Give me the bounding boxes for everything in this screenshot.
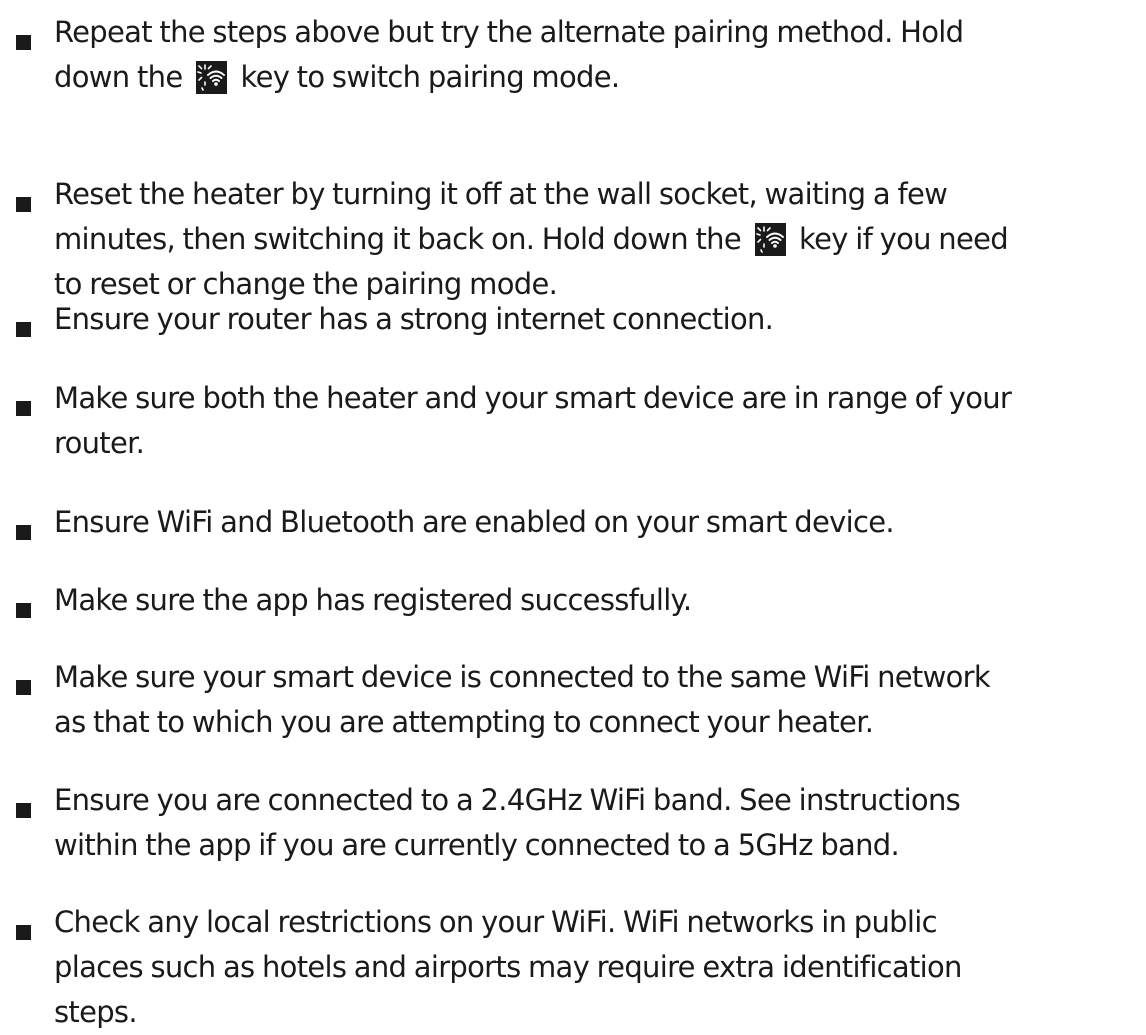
text-line: router. — [54, 421, 1146, 466]
text-segment: Make sure both the heater and your smart… — [54, 381, 1012, 415]
square-bullet-icon — [16, 35, 31, 50]
text-segment: router. — [54, 426, 145, 460]
text-line: Make sure the app has registered success… — [54, 578, 1146, 623]
square-bullet-icon — [16, 803, 31, 818]
text-segment: to reset or change the pairing mode. — [54, 267, 558, 301]
text-segment: places such as hotels and airports may r… — [54, 950, 962, 984]
text-segment: within the app if you are currently conn… — [54, 828, 900, 862]
list-item-text: Check any local restrictions on your WiF… — [54, 900, 1146, 1035]
text-line: Ensure you are connected to a 2.4GHz WiF… — [54, 778, 1146, 823]
list-item-text: Make sure both the heater and your smart… — [54, 376, 1146, 466]
text-line: Ensure your router has a strong internet… — [54, 297, 1146, 342]
text-segment: minutes, then switching it back on. Hold… — [54, 222, 749, 256]
square-bullet-icon — [16, 197, 31, 212]
list-item-text: Reset the heater by turning it off at th… — [54, 172, 1146, 307]
text-segment: Make sure the app has registered success… — [54, 583, 692, 617]
text-line: Make sure both the heater and your smart… — [54, 376, 1146, 421]
square-bullet-icon — [16, 401, 31, 416]
text-line: as that to which you are attempting to c… — [54, 700, 1146, 745]
square-bullet-icon — [16, 680, 31, 695]
text-segment: Ensure you are connected to a 2.4GHz WiF… — [54, 783, 961, 817]
text-line: Make sure your smart device is connected… — [54, 655, 1146, 700]
text-segment: Ensure WiFi and Bluetooth are enabled on… — [54, 505, 895, 539]
list-item-text: Repeat the steps above but try the alter… — [54, 10, 1146, 100]
list-item-text: Make sure your smart device is connected… — [54, 655, 1146, 745]
text-line: within the app if you are currently conn… — [54, 823, 1146, 868]
wifi-pairing-key-icon — [754, 223, 786, 256]
text-segment: Check any local restrictions on your WiF… — [54, 905, 938, 939]
text-segment: Make sure your smart device is connected… — [54, 660, 991, 694]
text-segment: key to switch pairing mode. — [232, 60, 621, 94]
text-segment: steps. — [54, 995, 138, 1029]
square-bullet-icon — [16, 925, 31, 940]
text-line: Reset the heater by turning it off at th… — [54, 172, 1146, 217]
text-line: Repeat the steps above but try the alter… — [54, 10, 1146, 55]
square-bullet-icon — [16, 322, 31, 337]
list-item-text: Ensure WiFi and Bluetooth are enabled on… — [54, 500, 1146, 545]
text-line: Ensure WiFi and Bluetooth are enabled on… — [54, 500, 1146, 545]
text-line: places such as hotels and airports may r… — [54, 945, 1146, 990]
text-line: minutes, then switching it back on. Hold… — [54, 217, 1146, 262]
text-segment: as that to which you are attempting to c… — [54, 705, 874, 739]
text-segment: key if you need — [791, 222, 1009, 256]
list-item-text: Ensure your router has a strong internet… — [54, 297, 1146, 342]
text-line: steps. — [54, 990, 1146, 1035]
square-bullet-icon — [16, 525, 31, 540]
text-segment: Ensure your router has a strong internet… — [54, 302, 774, 336]
square-bullet-icon — [16, 603, 31, 618]
text-segment: Reset the heater by turning it off at th… — [54, 177, 948, 211]
text-segment: Repeat the steps above but try the alter… — [54, 15, 964, 49]
list-item-text: Make sure the app has registered success… — [54, 578, 1146, 623]
text-line: down the key to switch pairing mode. — [54, 55, 1146, 100]
text-segment: down the — [54, 60, 190, 94]
wifi-pairing-key-icon — [195, 61, 227, 94]
text-line: Check any local restrictions on your WiF… — [54, 900, 1146, 945]
list-item-text: Ensure you are connected to a 2.4GHz WiF… — [54, 778, 1146, 868]
